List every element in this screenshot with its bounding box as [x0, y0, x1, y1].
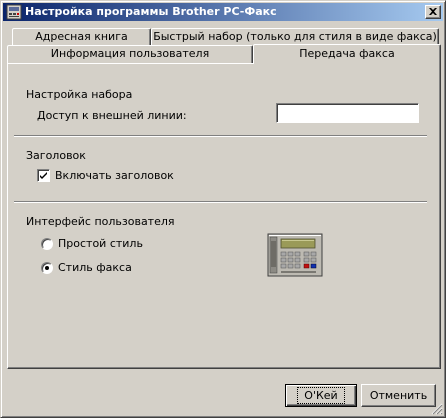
- tab-send-fax[interactable]: Передача факса: [253, 44, 441, 64]
- separator: [14, 201, 427, 203]
- simple-style-label[interactable]: Простой стиль: [58, 237, 143, 250]
- tab-user-information-label: Информация пользователя: [50, 47, 210, 60]
- tab-speed-dial-label: Быстрый набор (только для стиля в виде ф…: [153, 30, 437, 43]
- ok-button-label: O'Кей: [297, 387, 345, 404]
- brother-app-icon: [6, 4, 22, 20]
- dial-settings-heading: Настройка набора: [26, 88, 133, 101]
- tab-address-book-label: Адресная книга: [35, 30, 128, 43]
- user-interface-heading: Интерфейс пользователя: [26, 215, 175, 228]
- include-header-label[interactable]: Включать заголовок: [55, 169, 174, 182]
- resize-grip-icon[interactable]: [431, 403, 443, 415]
- tab-user-information[interactable]: Информация пользователя: [7, 45, 253, 63]
- tab-send-fax-label: Передача факса: [299, 47, 395, 60]
- window-title: Настройка программы Brother PC-Факс: [25, 5, 277, 18]
- close-button[interactable]: [425, 5, 441, 19]
- close-icon: [429, 8, 437, 15]
- checkmark-icon: [40, 172, 47, 179]
- simple-style-radio[interactable]: [41, 238, 53, 250]
- tab-speed-dial[interactable]: Быстрый набор (только для стиля в виде ф…: [151, 28, 439, 45]
- fax-style-radio[interactable]: [41, 262, 53, 274]
- tab-address-book[interactable]: Адресная книга: [12, 28, 151, 45]
- ok-button[interactable]: O'Кей: [285, 384, 357, 407]
- cancel-button[interactable]: Отменить: [361, 384, 436, 407]
- separator: [14, 135, 427, 137]
- outside-line-input[interactable]: [276, 103, 419, 123]
- settings-dialog: Настройка программы Brother PC-Факс Адре…: [0, 0, 446, 418]
- cancel-button-label: Отменить: [369, 389, 428, 402]
- title-bar[interactable]: Настройка программы Brother PC-Факс: [3, 3, 443, 21]
- fax-style-label[interactable]: Стиль факса: [58, 261, 132, 274]
- header-heading: Заголовок: [26, 149, 86, 162]
- outside-line-label: Доступ к внешней линии:: [37, 109, 187, 122]
- include-header-checkbox[interactable]: [37, 169, 50, 182]
- fax-machine-icon: [267, 233, 323, 277]
